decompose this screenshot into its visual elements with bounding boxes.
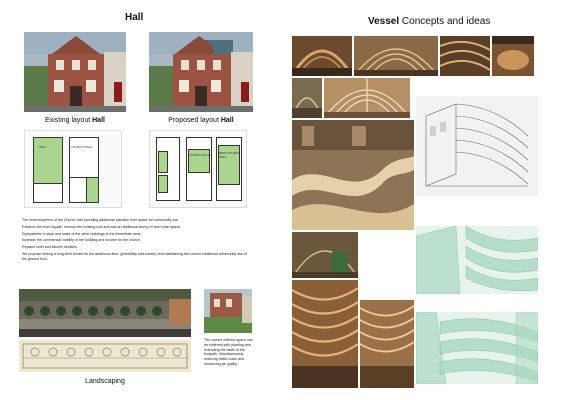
concept-sketch-wireframe [416, 96, 538, 196]
description-paragraph: Replace toilet and kitchen facilities. [22, 245, 78, 250]
description-paragraph: We propose finding a long-term tenant fo… [22, 251, 247, 261]
description-paragraph: The redevelopment of the Church Hall pro… [22, 218, 180, 222]
concept-image-conservatory [324, 78, 410, 118]
proposed-facade-photo [149, 32, 253, 112]
existing-floor-plan: HALL CHURCH HALL [24, 130, 122, 208]
existing-layout-caption: Existing layout Hall [45, 117, 105, 124]
vessel-heading: Vessel Concepts and ideas [368, 16, 491, 27]
proposed-floor-plan: CHURCH HALL NEW CHURCH HALL [149, 130, 247, 208]
landscaping-sketch [19, 340, 191, 372]
concept-image-glass-arches [292, 78, 322, 118]
concept-image-wooden-ribbon-floor [292, 120, 414, 230]
concept-image-sculptural-wood [360, 300, 414, 388]
landscaping-caption: Landscaping [85, 378, 125, 385]
concept-image-layered-wood-cafe [292, 280, 358, 388]
proposed-layout-caption: Proposed layout Hall [168, 117, 234, 124]
street-aerial-photo [19, 289, 191, 337]
description-paragraph: Enhance the front façade, remove the exi… [22, 224, 182, 229]
concept-render-green-ribs-upper [416, 226, 538, 294]
existing-facade-photo [24, 32, 126, 112]
description-paragraph: Sympathetic in style and scale of the ot… [22, 231, 142, 236]
project-description: The redevelopment of the Church Hall pro… [22, 218, 252, 264]
concept-image-arched-interior [292, 232, 358, 278]
concept-image-wood-interior [492, 36, 534, 76]
hall-heading: Hall [125, 12, 144, 23]
street-view-photo [204, 289, 252, 333]
concept-image-curved-ribs [440, 36, 490, 76]
description-paragraph: Increase the commercial viability of the… [22, 238, 141, 243]
street-improvement-note: The current exterior space can be soften… [204, 338, 253, 366]
concept-image-vaulted-hall [354, 36, 438, 76]
concept-render-green-ribs-lower [416, 312, 538, 384]
concept-image-timber-arch [292, 36, 352, 76]
